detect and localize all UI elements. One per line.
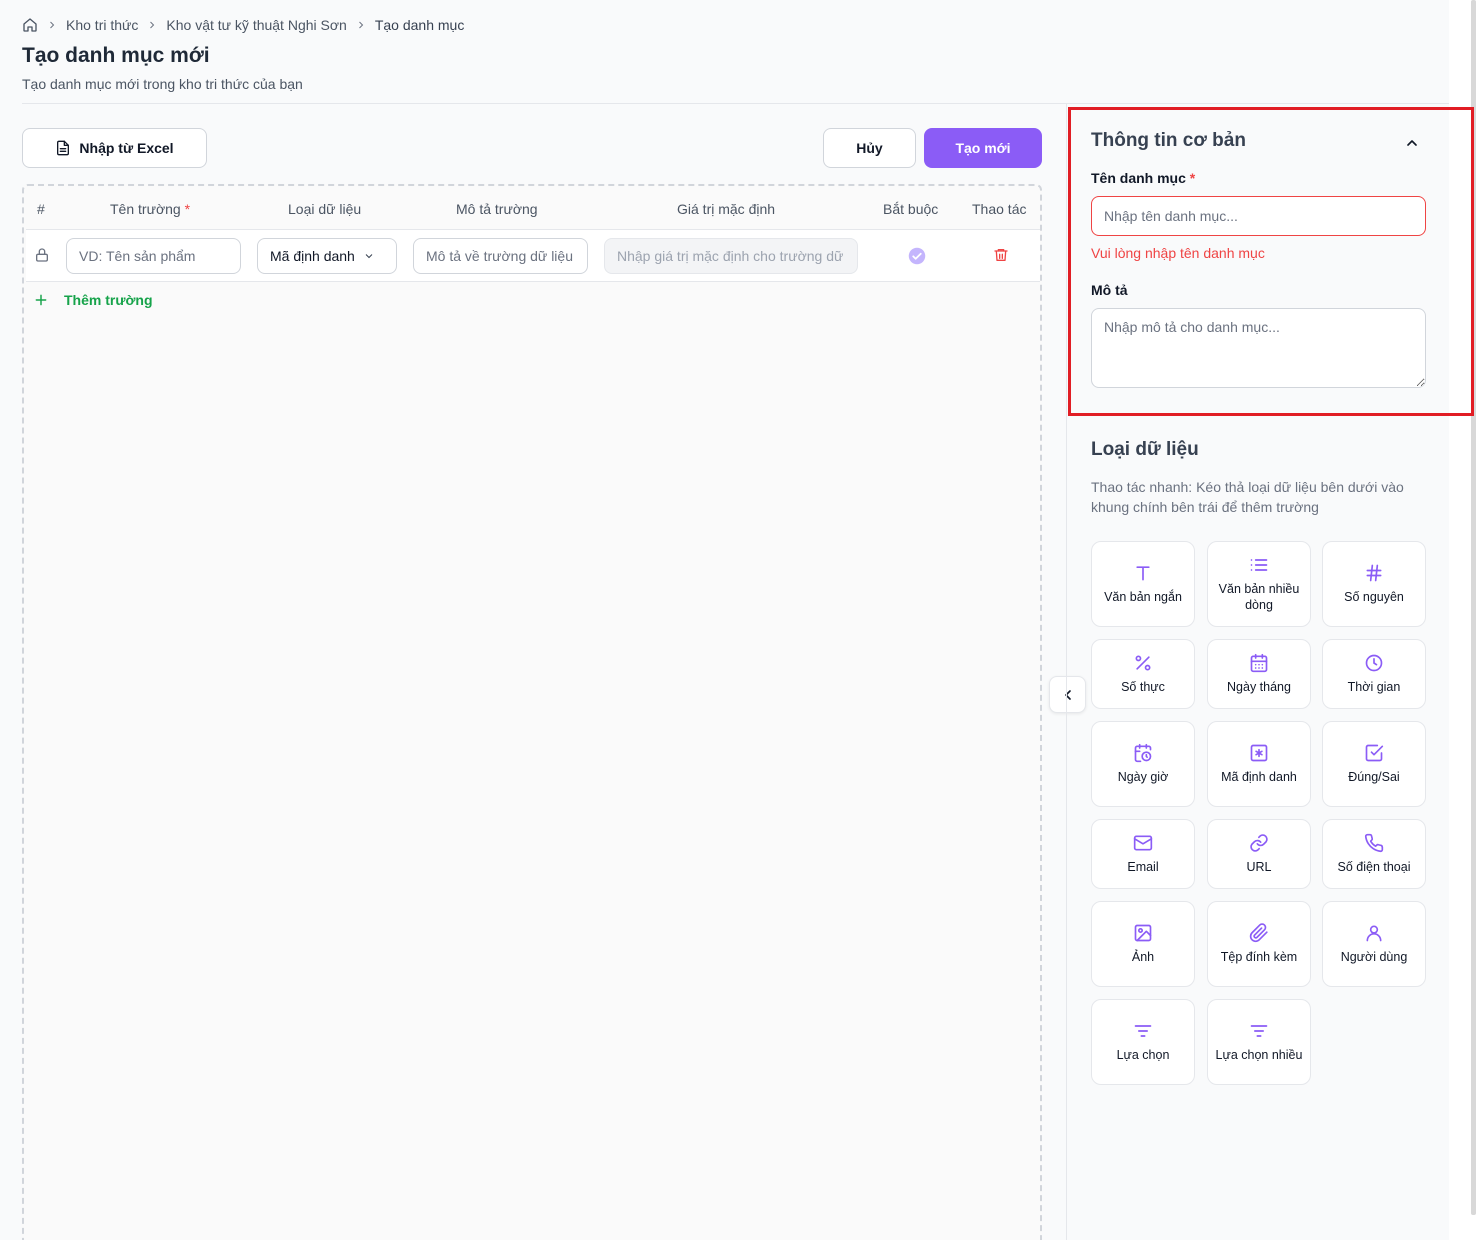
chevron-down-icon (363, 250, 375, 262)
table-header: # Tên trường * Loại dữ liệu Mô tả trường… (26, 188, 1040, 230)
type-card-multi-select[interactable]: Lựa chọn nhiều (1207, 999, 1311, 1085)
field-description-input[interactable] (413, 238, 588, 274)
data-type-value: Mã định danh (270, 248, 355, 264)
type-card-url[interactable]: URL (1207, 819, 1311, 889)
type-card-date[interactable]: Ngày tháng (1207, 639, 1311, 709)
page-title: Tạo danh mục mới (22, 44, 210, 67)
chevron-right-icon (46, 19, 58, 31)
add-field-button[interactable]: Thêm trường (34, 292, 153, 308)
phone-icon (1364, 833, 1384, 853)
breadcrumb-current: Tạo danh mục (374, 17, 465, 33)
calendar-clock-icon (1133, 743, 1153, 763)
type-card-user[interactable]: Người dùng (1322, 901, 1426, 987)
home-icon[interactable] (22, 17, 38, 33)
hash-icon (1364, 563, 1384, 583)
mail-icon (1133, 833, 1153, 853)
filter-icon (1249, 1021, 1269, 1041)
create-button[interactable]: Tạo mới (924, 128, 1042, 168)
breadcrumb-item-repository[interactable]: Kho vật tư kỹ thuật Nghi Sơn (166, 17, 346, 33)
chevron-right-icon (146, 19, 158, 31)
type-card-attachment[interactable]: Tệp đính kèm (1207, 901, 1311, 987)
file-spreadsheet-icon (55, 140, 71, 156)
image-icon (1133, 923, 1153, 943)
fields-drop-zone[interactable]: # Tên trường * Loại dữ liệu Mô tả trường… (22, 184, 1042, 1240)
plus-icon (34, 293, 48, 307)
type-card-datetime[interactable]: Ngày giờ (1091, 721, 1195, 807)
filter-icon (1133, 1021, 1153, 1041)
type-card-multiline-text[interactable]: Văn bản nhiều dòng (1207, 541, 1311, 627)
breadcrumb: Kho tri thức Kho vật tư kỹ thuật Nghi Sơ… (22, 16, 464, 34)
type-card-decimal[interactable]: Số thực (1091, 639, 1195, 709)
table-row: Mã định danh (26, 230, 1040, 282)
user-icon (1364, 923, 1384, 943)
import-excel-label: Nhập từ Excel (79, 140, 174, 156)
import-excel-button[interactable]: Nhập từ Excel (22, 128, 207, 168)
link-icon (1249, 833, 1269, 853)
description-textarea[interactable] (1091, 308, 1426, 388)
column-header-data-type: Loại dữ liệu (288, 201, 362, 217)
type-card-boolean[interactable]: Đúng/Sai (1322, 721, 1426, 807)
lock-icon (34, 247, 50, 263)
type-card-identifier[interactable]: Mã định danh (1207, 721, 1311, 807)
percent-icon (1133, 653, 1153, 673)
column-header-required: Bắt buộc (883, 201, 939, 217)
type-card-image[interactable]: Ảnh (1091, 901, 1195, 987)
column-header-actions: Thao tác (972, 201, 1027, 217)
data-types-hint: Thao tác nhanh: Kéo thả loại dữ liệu bên… (1091, 479, 1404, 515)
column-header-description: Mô tả trường (456, 201, 538, 217)
field-name-input[interactable] (66, 238, 241, 274)
breadcrumb-item-knowledge[interactable]: Kho tri thức (66, 17, 138, 33)
data-types-title: Loại dữ liệu (1091, 439, 1199, 460)
data-type-select[interactable]: Mã định danh (257, 238, 397, 274)
category-name-label: Tên danh mục * (1091, 170, 1196, 186)
calendar-icon (1249, 653, 1269, 673)
type-card-select[interactable]: Lựa chọn (1091, 999, 1195, 1085)
type-card-short-text[interactable]: Văn bản ngắn (1091, 541, 1195, 627)
paperclip-icon (1249, 923, 1269, 943)
collapse-panel-button[interactable] (1049, 676, 1086, 713)
clock-icon (1364, 653, 1384, 673)
add-field-label: Thêm trường (64, 292, 153, 308)
trash-icon[interactable] (993, 247, 1009, 263)
type-card-email[interactable]: Email (1091, 819, 1195, 889)
column-header-field-name: Tên trường * (110, 201, 191, 217)
required-check-icon[interactable] (908, 247, 926, 265)
column-header-default-value: Giá trị mặc định (677, 201, 776, 217)
text-icon (1133, 563, 1153, 583)
type-card-phone[interactable]: Số điện thoại (1322, 819, 1426, 889)
category-name-input[interactable] (1091, 196, 1426, 236)
column-header-index: # (37, 201, 45, 217)
chevron-right-icon (355, 19, 367, 31)
type-card-time[interactable]: Thời gian (1322, 639, 1426, 709)
type-card-integer[interactable]: Số nguyên (1322, 541, 1426, 627)
basic-info-title: Thông tin cơ bản (1091, 130, 1246, 151)
side-panel-divider (1066, 104, 1067, 1240)
default-value-input[interactable] (604, 238, 858, 274)
header-divider (22, 103, 1449, 104)
checkbox-icon (1364, 743, 1384, 763)
chevron-up-icon[interactable] (1402, 133, 1422, 153)
chevron-left-icon (1060, 687, 1076, 703)
category-name-error: Vui lòng nhập tên danh mục (1091, 245, 1265, 261)
description-label: Mô tả (1091, 282, 1128, 298)
page-subtitle: Tạo danh mục mới trong kho tri thức của … (22, 76, 303, 92)
asterisk-square-icon (1249, 743, 1269, 763)
multiline-text-icon (1249, 555, 1269, 575)
cancel-button[interactable]: Hủy (823, 128, 916, 168)
